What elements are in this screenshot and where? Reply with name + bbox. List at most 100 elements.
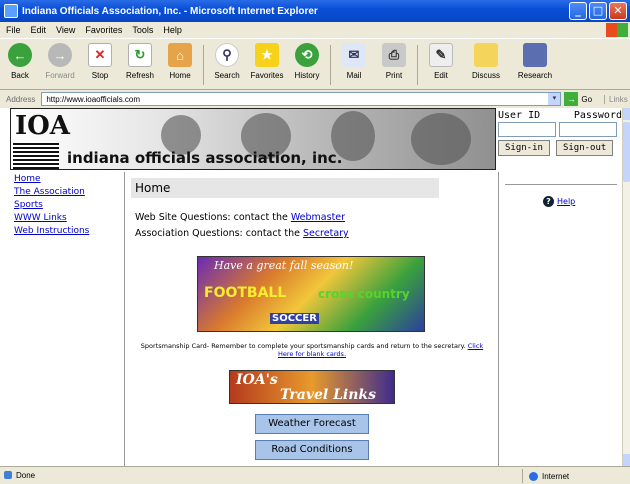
help-link[interactable]: Help [557, 197, 575, 206]
globe-icon [529, 471, 538, 481]
fall-season-banner: Have a great fall season! FOOTBALL cross… [197, 256, 425, 332]
address-bar: Address http://www.ioaofficials.com ▾ → … [0, 90, 630, 108]
signout-button[interactable]: Sign-out [555, 140, 614, 156]
go-button[interactable]: Go [581, 95, 592, 104]
left-nav: Home The Association Sports WWW Links We… [0, 172, 124, 466]
refresh-button[interactable]: ↻ Refresh [120, 43, 160, 80]
edit-icon: ✎ [429, 43, 453, 67]
login-box: User ID Password Sign-in Sign-out [498, 110, 622, 156]
road-conditions-button[interactable]: Road Conditions [255, 440, 369, 460]
travel-banner-line2: Travel Links [280, 387, 377, 403]
main-column: Home Web Site Questions: contact the Web… [124, 172, 496, 466]
scroll-up-arrow[interactable] [623, 108, 630, 120]
org-name: indiana officials association, inc. [67, 149, 343, 167]
title-bar: Indiana Officials Association, Inc. - Mi… [0, 0, 630, 22]
toolbar-separator [203, 45, 204, 85]
menu-help[interactable]: Help [163, 25, 182, 35]
toolbar-separator [330, 45, 331, 85]
travel-banner-line1: IOA's [236, 372, 278, 388]
home-button[interactable]: ⌂ Home [160, 43, 200, 80]
status-bar: Done Internet [0, 466, 630, 484]
history-button[interactable]: ⟲ History [287, 43, 327, 80]
windows-logo-icon [606, 23, 628, 37]
help-link-group[interactable]: ? Help [543, 196, 575, 207]
fall-banner-greeting: Have a great fall season! [214, 259, 354, 272]
back-arrow-icon: ← [8, 43, 32, 67]
web-question-line: Web Site Questions: contact the Webmaste… [135, 212, 346, 223]
right-column: ? Help [498, 172, 622, 466]
ioa-logo: IOA [15, 111, 70, 141]
nav-www-links[interactable]: WWW Links [14, 213, 124, 223]
toolbar-separator [417, 45, 418, 85]
nav-sports[interactable]: Sports [14, 200, 124, 210]
scroll-down-arrow[interactable] [623, 454, 630, 466]
print-button[interactable]: ⎙ Print [374, 43, 414, 80]
nav-association[interactable]: The Association [14, 187, 124, 197]
stop-icon: ✕ [88, 43, 112, 67]
forward-button[interactable]: → Forward [40, 43, 80, 80]
fall-banner-football: FOOTBALL [204, 285, 287, 301]
site-banner: IOA indiana officials association, inc. [10, 108, 496, 170]
discuss-icon [474, 43, 498, 67]
menu-view[interactable]: View [56, 25, 75, 35]
address-input[interactable]: http://www.ioaofficials.com ▾ [41, 92, 562, 106]
ie-icon [4, 4, 18, 18]
logo-stripes [13, 141, 59, 169]
password-field[interactable] [559, 122, 617, 137]
assoc-question-line: Association Questions: contact the Secre… [135, 228, 349, 239]
scroll-thumb[interactable] [623, 122, 630, 182]
travel-links-banner: IOA's Travel Links [229, 370, 395, 404]
fall-banner-soccer: SOCCER [270, 313, 319, 324]
maximize-button[interactable]: □ [589, 2, 607, 20]
user-id-field[interactable] [498, 122, 556, 137]
minimize-button[interactable]: _ [569, 2, 587, 20]
search-button[interactable]: ⚲ Search [207, 43, 247, 80]
banner-athlete-image [411, 113, 471, 165]
nav-home[interactable]: Home [14, 174, 124, 184]
webmaster-link[interactable]: Webmaster [291, 212, 345, 223]
refresh-icon: ↻ [128, 43, 152, 67]
menu-favorites[interactable]: Favorites [85, 25, 122, 35]
close-button[interactable]: ✕ [609, 2, 627, 20]
page-title: Home [131, 178, 439, 198]
menu-tools[interactable]: Tools [132, 25, 153, 35]
menu-bar: File Edit View Favorites Tools Help [0, 22, 630, 38]
help-icon: ? [543, 196, 554, 207]
vertical-scrollbar[interactable] [622, 108, 630, 466]
divider [505, 184, 617, 185]
menu-edit[interactable]: Edit [31, 25, 47, 35]
user-id-label: User ID [498, 110, 541, 121]
go-arrow-icon[interactable]: → [564, 92, 579, 106]
zone-label: Internet [542, 471, 570, 481]
links-button[interactable]: Links [604, 94, 628, 104]
page-content: IOA indiana officials association, inc. … [0, 108, 622, 466]
favorites-button[interactable]: ★ Favorites [247, 43, 287, 80]
edit-button[interactable]: ✎ Edit [421, 43, 461, 80]
stop-button[interactable]: ✕ Stop [80, 43, 120, 80]
sportsmanship-notice: Sportsmanship Card- Remember to complete… [140, 342, 484, 358]
signin-button[interactable]: Sign-in [498, 140, 550, 156]
address-url: http://www.ioaofficials.com [46, 94, 141, 104]
discuss-button[interactable]: Discuss [461, 43, 511, 80]
home-icon: ⌂ [168, 43, 192, 67]
toolbar: ← Back → Forward ✕ Stop ↻ Refresh ⌂ Home… [0, 38, 630, 90]
chevron-down-icon[interactable]: ▾ [548, 93, 561, 105]
star-icon: ★ [255, 43, 279, 67]
fall-banner-xc: cross country [318, 287, 410, 301]
printer-icon: ⎙ [382, 43, 406, 67]
mail-button[interactable]: ✉ Mail [334, 43, 374, 80]
window-title: Indiana Officials Association, Inc. - Mi… [22, 5, 318, 17]
password-label: Password [573, 110, 622, 121]
address-label: Address [6, 94, 36, 104]
back-button[interactable]: ← Back [0, 43, 40, 80]
research-button[interactable]: Research [511, 43, 559, 80]
search-icon: ⚲ [215, 43, 239, 67]
status-text: Done [0, 471, 35, 480]
research-icon [523, 43, 547, 67]
mail-icon: ✉ [342, 43, 366, 67]
weather-forecast-button[interactable]: Weather Forecast [255, 414, 369, 434]
secretary-link[interactable]: Secretary [303, 228, 349, 239]
history-icon: ⟲ [295, 43, 319, 67]
menu-file[interactable]: File [6, 25, 21, 35]
nav-web-instructions[interactable]: Web Instructions [14, 226, 124, 236]
